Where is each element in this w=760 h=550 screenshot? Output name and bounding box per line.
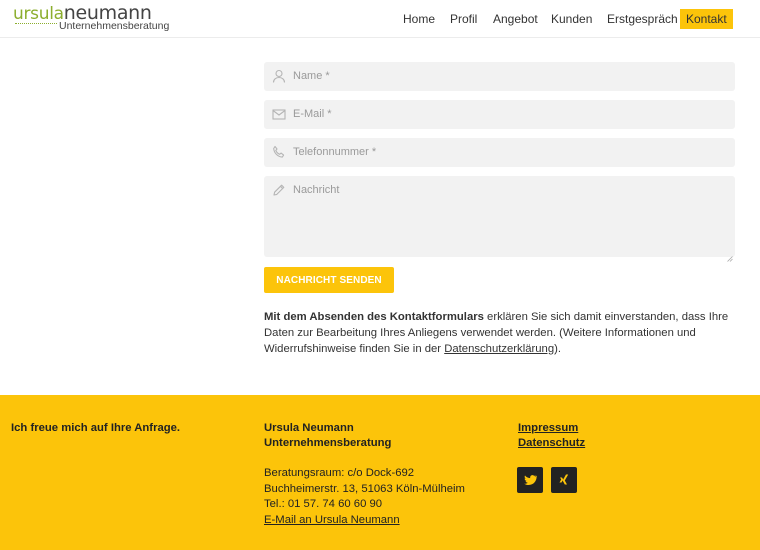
privacy-policy-link[interactable]: Datenschutzerklärung	[444, 343, 554, 355]
logo-subtitle: Unternehmensberatung	[59, 20, 170, 32]
phone-field[interactable]: Telefonnummer *	[264, 138, 735, 167]
footer-phone: Tel.: 01 57. 74 60 60 90	[264, 498, 383, 510]
xing-button[interactable]	[551, 467, 577, 493]
twitter-icon	[524, 475, 537, 485]
nav-item-profil[interactable]: Profil	[450, 9, 477, 29]
submit-button[interactable]: NACHRICHT SENDEN	[264, 267, 394, 293]
twitter-button[interactable]	[517, 467, 543, 493]
footer-tagline: Ich freue mich auf Ihre Anfrage.	[11, 422, 181, 434]
email-placeholder: E-Mail *	[293, 108, 332, 120]
nav-item-kunden[interactable]: Kunden	[551, 9, 592, 29]
phone-icon	[272, 145, 286, 159]
resize-handle-icon[interactable]	[727, 249, 733, 262]
message-field[interactable]: Nachricht	[264, 176, 735, 262]
consent-text: Mit dem Absenden des Kontaktformulars er…	[264, 309, 739, 357]
logo-first-name: ursula	[13, 4, 64, 24]
user-icon	[272, 69, 286, 83]
pencil-icon	[272, 183, 286, 197]
logo[interactable]: ursulaneumann Unternehmensberatung	[13, 3, 169, 33]
datenschutz-link[interactable]: Datenschutz	[518, 436, 585, 452]
footer-company-name: Ursula Neumann	[264, 422, 354, 434]
name-placeholder: Name *	[293, 70, 330, 82]
nav-item-angebot[interactable]: Angebot	[493, 9, 538, 29]
impressum-link[interactable]: Impressum	[518, 421, 578, 437]
xing-icon	[559, 474, 569, 485]
consent-end: ).	[554, 343, 562, 355]
footer-company-subtitle: Unternehmensberatung	[264, 437, 392, 449]
consent-bold: Mit dem Absenden des Kontaktformulars	[264, 311, 484, 323]
message-placeholder: Nachricht	[293, 184, 340, 196]
footer-email-link[interactable]: E-Mail an Ursula Neumann	[264, 513, 400, 529]
site-footer: Ich freue mich auf Ihre Anfrage. Ursula …	[0, 395, 760, 550]
envelope-icon	[272, 107, 286, 121]
nav-item-home[interactable]: Home	[403, 9, 435, 29]
email-field[interactable]: E-Mail *	[264, 100, 735, 129]
name-field[interactable]: Name *	[264, 62, 735, 91]
logo-decoration	[15, 23, 57, 25]
phone-placeholder: Telefonnummer *	[293, 146, 377, 158]
nav-item-kontakt[interactable]: Kontakt	[680, 9, 733, 29]
footer-address-line2: Buchheimerstr. 13, 51063 Köln-Mülheim	[264, 483, 465, 495]
site-header: ursulaneumann Unternehmensberatung Home …	[0, 0, 760, 38]
nav-item-erstgespraech[interactable]: Erstgespräch	[607, 9, 678, 29]
footer-address-line1: Beratungsraum: c/o Dock-692	[264, 467, 415, 479]
